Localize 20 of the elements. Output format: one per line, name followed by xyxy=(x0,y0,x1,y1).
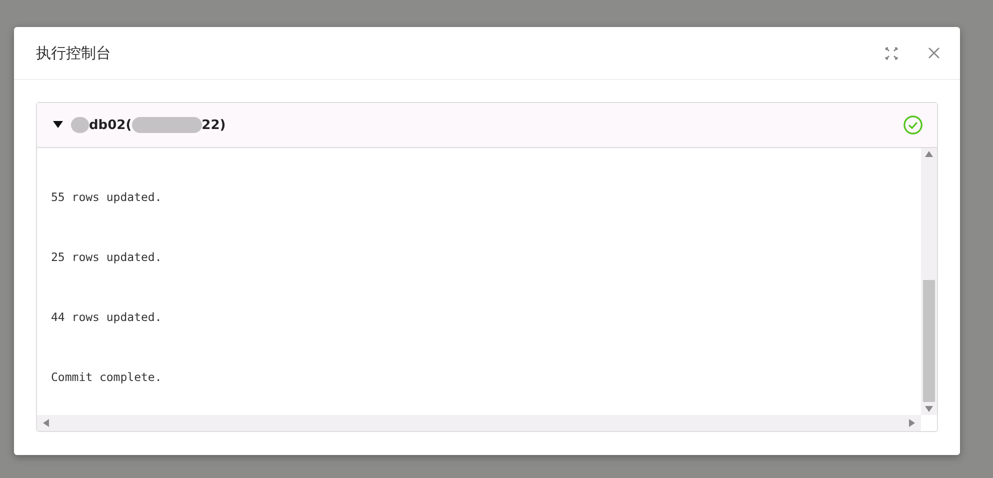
panel-header[interactable]: db02( 22) xyxy=(37,103,937,148)
scroll-right-icon xyxy=(909,419,915,427)
horizontal-scrollbar[interactable] xyxy=(37,415,921,431)
close-icon xyxy=(928,47,940,59)
scroll-up-icon[interactable] xyxy=(925,151,933,157)
dialog-title: 执行控制台 xyxy=(36,44,112,62)
scroll-left-icon xyxy=(43,419,49,427)
redaction-blur xyxy=(132,117,202,133)
vertical-scrollbar[interactable] xyxy=(921,148,937,415)
maximize-button[interactable] xyxy=(885,46,898,60)
log-line: 55 rows updated. xyxy=(51,190,163,204)
log-line: 44 rows updated. xyxy=(51,310,163,324)
expand-icon xyxy=(885,46,898,60)
host-label: 22) xyxy=(202,118,226,132)
close-button[interactable] xyxy=(928,47,940,59)
log-line: Commit complete. xyxy=(51,370,163,384)
scroll-down-icon[interactable] xyxy=(925,406,933,412)
host-label: db02( xyxy=(89,118,132,132)
log-line: 25 rows updated. xyxy=(51,250,163,264)
redaction-blur xyxy=(71,117,89,133)
